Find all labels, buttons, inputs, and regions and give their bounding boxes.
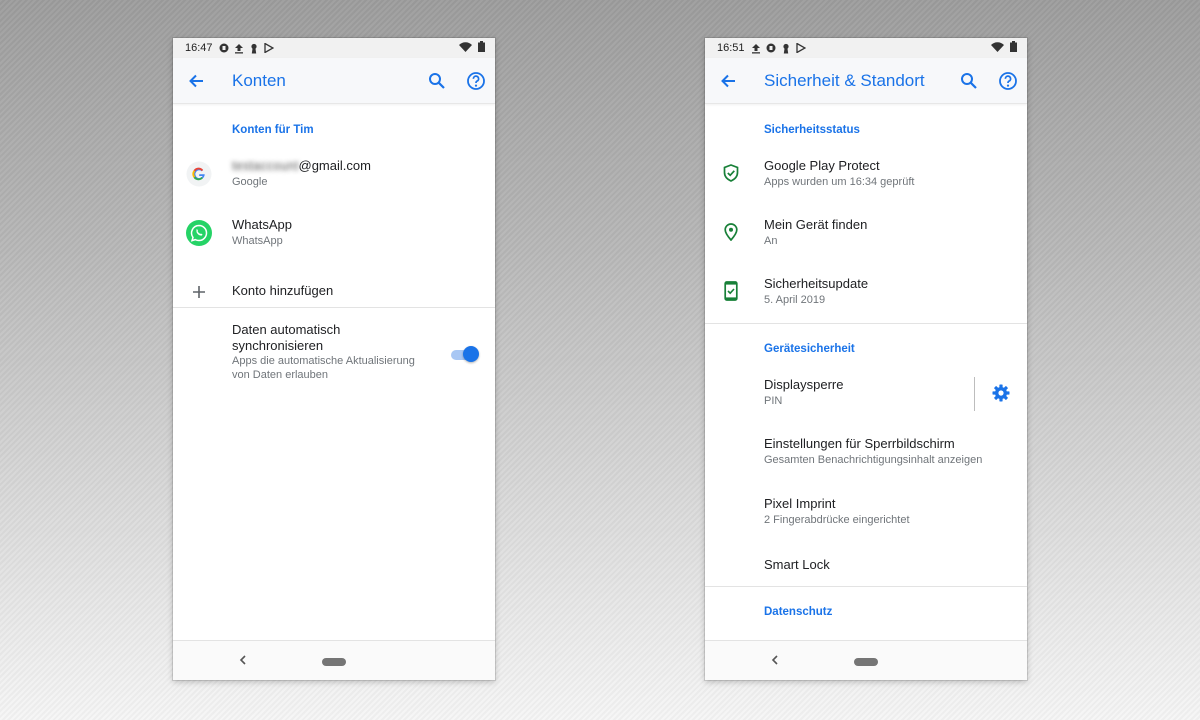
search-icon[interactable] xyxy=(959,71,979,91)
divider xyxy=(705,586,1027,587)
google-icon xyxy=(185,160,213,188)
auto-sync-title-line2: synchronisieren xyxy=(232,338,324,353)
app-bar: Sicherheit & Standort xyxy=(705,58,1027,104)
nav-home-pill[interactable] xyxy=(854,658,878,666)
page-title: Konten xyxy=(232,71,286,90)
auto-sync-title-line1: Daten automatisch xyxy=(232,322,341,337)
battery-icon xyxy=(1010,41,1017,55)
status-time: 16:51 xyxy=(717,42,745,54)
list-item-pixel-imprint[interactable]: Pixel Imprint 2 Fingerabdrücke eingerich… xyxy=(705,484,1027,540)
auto-sync-toggle[interactable] xyxy=(449,346,479,364)
item-subtitle: An xyxy=(764,235,778,247)
upload-notification-icon xyxy=(234,43,244,54)
play-store-notification-icon xyxy=(263,43,274,54)
list-item-security-update[interactable]: Sicherheitsupdate 5. April 2019 xyxy=(705,264,1027,320)
back-arrow-icon[interactable] xyxy=(187,71,207,91)
vpn-key-notification-icon xyxy=(766,43,776,54)
list-item-find-my-device[interactable]: Mein Gerät finden An xyxy=(705,205,1027,261)
item-subtitle: Apps wurden um 16:34 geprüft xyxy=(764,176,915,188)
item-subtitle: 5. April 2019 xyxy=(764,294,826,306)
blurred-email-user: testaccount xyxy=(232,158,299,173)
auto-sync-desc-line2: von Daten erlauben xyxy=(232,369,329,381)
navigation-bar xyxy=(705,640,1027,680)
item-title: Pixel Imprint xyxy=(764,496,836,511)
item-subtitle: 2 Fingerabdrücke eingerichtet xyxy=(764,514,910,526)
plus-icon xyxy=(185,278,213,306)
keyhole-notification-icon xyxy=(249,43,259,54)
keyhole-notification-icon xyxy=(781,43,791,54)
item-subtitle: PIN xyxy=(764,395,783,407)
page-title: Sicherheit & Standort xyxy=(764,71,925,90)
phone-check-icon xyxy=(717,277,745,305)
add-account-label: Konto hinzufügen xyxy=(232,283,334,298)
wifi-icon xyxy=(459,41,472,55)
back-arrow-icon[interactable] xyxy=(719,71,739,91)
account-type: Google xyxy=(232,176,268,188)
account-item-google[interactable]: testaccount@gmail.com Google xyxy=(173,146,495,202)
location-pin-icon xyxy=(717,218,745,246)
whatsapp-icon xyxy=(185,219,213,247)
item-title: Mein Gerät finden xyxy=(764,217,868,232)
toggle-knob xyxy=(463,346,479,362)
account-type: WhatsApp xyxy=(232,235,283,247)
battery-icon xyxy=(478,41,485,55)
auto-sync-desc-line1: Apps die automatische Aktualisierung xyxy=(232,355,415,367)
vpn-key-notification-icon xyxy=(219,43,229,54)
help-icon[interactable] xyxy=(998,71,1018,91)
section-header-device-security: Gerätesicherheit xyxy=(764,343,855,355)
item-title: Google Play Protect xyxy=(764,158,880,173)
item-title: Einstellungen für Sperrbildschirm xyxy=(764,436,955,451)
shield-check-icon xyxy=(717,159,745,187)
settings-list: Konten für Tim testaccount@gmail.com Goo… xyxy=(173,104,495,640)
account-name: WhatsApp xyxy=(232,217,292,232)
list-item-lock-screen-settings[interactable]: Einstellungen für Sperrbildschirm Gesamt… xyxy=(705,424,1027,480)
section-header-security-status: Sicherheitsstatus xyxy=(764,124,860,136)
app-bar: Konten xyxy=(173,58,495,104)
vertical-separator xyxy=(974,377,975,411)
settings-list: Sicherheitsstatus Google Play Protect Ap… xyxy=(705,104,1027,640)
search-icon[interactable] xyxy=(427,71,447,91)
status-bar: 16:47 xyxy=(173,38,495,58)
section-header-accounts: Konten für Tim xyxy=(232,124,314,136)
auto-sync-item[interactable]: Daten automatisch synchronisieren Apps d… xyxy=(173,308,495,382)
help-icon[interactable] xyxy=(466,71,486,91)
item-title: Smart Lock xyxy=(764,557,830,572)
accounts-screen: 16:47 Konten Konten für Tim testaccount@… xyxy=(173,38,495,680)
nav-back-icon[interactable] xyxy=(236,653,250,667)
item-subtitle: Gesamten Benachrichtigungsinhalt anzeige… xyxy=(764,454,983,466)
section-header-privacy[interactable]: Datenschutz xyxy=(764,606,832,618)
account-email: testaccount@gmail.com xyxy=(232,158,371,173)
nav-home-pill[interactable] xyxy=(322,658,346,666)
upload-notification-icon xyxy=(751,43,761,54)
list-item-play-protect[interactable]: Google Play Protect Apps wurden um 16:34… xyxy=(705,146,1027,202)
item-title: Sicherheitsupdate xyxy=(764,276,869,291)
divider xyxy=(705,323,1027,324)
status-time: 16:47 xyxy=(185,42,213,54)
list-item-screen-lock[interactable]: Displaysperre PIN xyxy=(705,365,1027,421)
status-bar: 16:51 xyxy=(705,38,1027,58)
navigation-bar xyxy=(173,640,495,680)
security-location-screen: 16:51 Sicherheit & Standort Sicherheitss… xyxy=(705,38,1027,680)
nav-back-icon[interactable] xyxy=(768,653,782,667)
item-title: Displaysperre xyxy=(764,377,844,392)
list-item-smart-lock[interactable]: Smart Lock xyxy=(705,543,1027,587)
wifi-icon xyxy=(991,41,1004,55)
account-item-whatsapp[interactable]: WhatsApp WhatsApp xyxy=(173,205,495,261)
play-store-notification-icon xyxy=(795,43,806,54)
gear-icon[interactable] xyxy=(991,383,1011,403)
